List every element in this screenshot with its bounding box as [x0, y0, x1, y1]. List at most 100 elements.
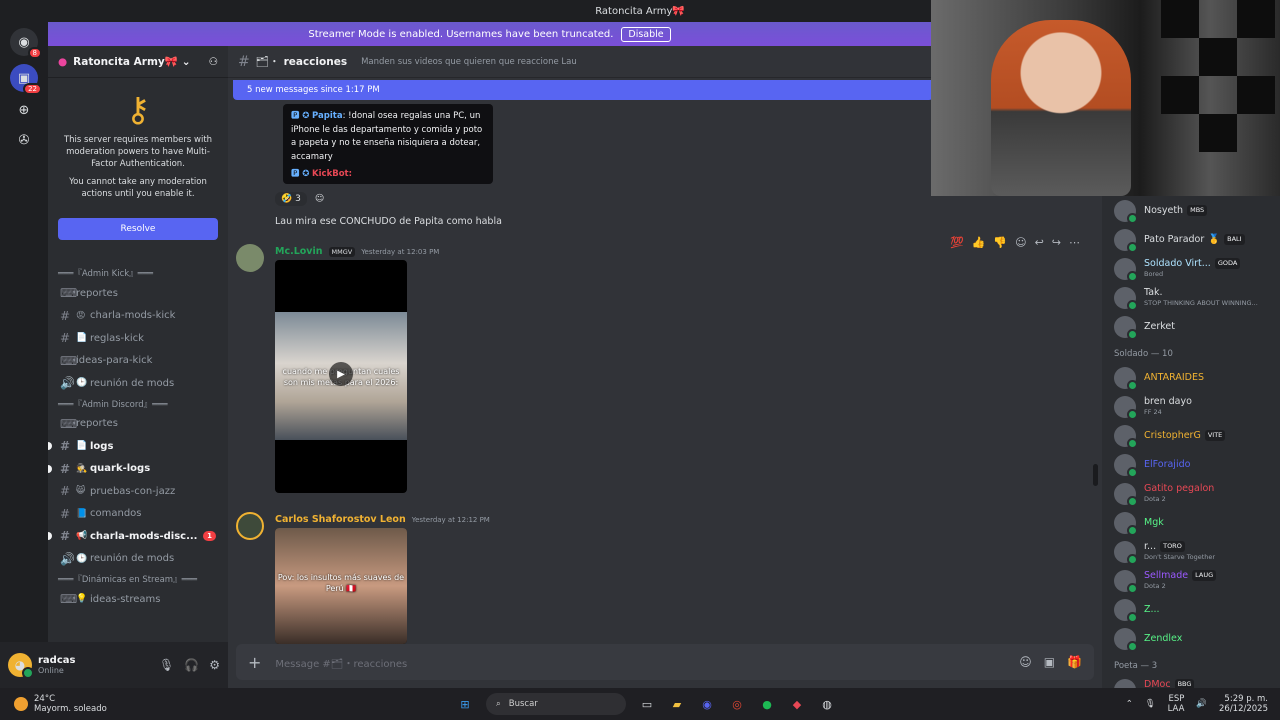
channel-item[interactable]: 🔊 🕒 reunión de mods: [48, 372, 228, 395]
resolve-button[interactable]: Resolve: [58, 218, 218, 240]
message-input[interactable]: Message #🗂・reacciones: [275, 655, 407, 670]
channel-topic[interactable]: Manden sus videos que quieren que reacci…: [361, 57, 577, 67]
clan-tag: BALI: [1224, 234, 1245, 245]
channel-item[interactable]: ⌨ ideas-para-kick: [48, 350, 228, 373]
channel-item[interactable]: ⌨ 💡 ideas-streams: [48, 588, 228, 611]
chevron-up-icon[interactable]: ⌃: [1126, 699, 1133, 709]
spotify-icon[interactable]: ●: [758, 695, 776, 713]
channel-item[interactable]: # 📢 charla-mods-disc... 1: [48, 525, 228, 548]
member-item[interactable]: Pato Parador 🥇 BALI: [1102, 225, 1280, 254]
hundred-icon[interactable]: 💯: [950, 236, 964, 249]
message-composer[interactable]: + Message #🗂・reacciones ☺ ▣ 🎁: [236, 644, 1094, 680]
streamer-mode-banner: Streamer Mode is enabled. Usernames have…: [48, 22, 931, 46]
task-view-icon[interactable]: ▭: [638, 695, 656, 713]
message-actions: 💯 👍 👎 ☺ ↩ ↪ ⋯: [945, 234, 1084, 251]
app-icon[interactable]: ◆: [788, 695, 806, 713]
channel-item[interactable]: # 📄 logs: [48, 435, 228, 458]
disable-button[interactable]: Disable: [621, 26, 671, 42]
channel-emoji: 🕒: [76, 553, 88, 564]
channel-item[interactable]: # 📘 comandos: [48, 503, 228, 526]
member-item[interactable]: ElForajido: [1102, 450, 1280, 479]
avatar[interactable]: ◕: [8, 653, 34, 679]
server-icon[interactable]: ▣ 22: [10, 64, 42, 95]
video-attachment[interactable]: cuando me preguntan cuales son mis metas…: [275, 260, 407, 493]
member-item[interactable]: Gatito pegalon Dota 2: [1102, 479, 1280, 508]
channel-item[interactable]: # 😡 charla-mods-kick: [48, 305, 228, 328]
member-item[interactable]: Tak. STOP THINKING ABOUT WINNING...: [1102, 283, 1280, 312]
avatar[interactable]: [236, 512, 264, 540]
member-item[interactable]: Nosyeth MBS: [1102, 196, 1280, 225]
channel-item[interactable]: ⌨ reportes: [48, 413, 228, 436]
gift-icon[interactable]: 🎁: [1067, 655, 1082, 669]
add-reaction-icon[interactable]: ☺: [315, 194, 324, 204]
reply-icon[interactable]: ↩: [1035, 236, 1044, 249]
channel-category[interactable]: ═══『Admin Discord』═══: [48, 395, 228, 413]
channel-item[interactable]: # 📄 reglas-kick: [48, 327, 228, 350]
gif-icon[interactable]: ▣: [1044, 655, 1055, 669]
channel-list: ═══『Admin Kick』═══ ⌨ reportes # 😡 charla-mods…: [48, 264, 228, 611]
member-item[interactable]: Mgk: [1102, 508, 1280, 537]
member-activity: STOP THINKING ABOUT WINNING...: [1144, 298, 1258, 307]
wall-pattern: [1161, 0, 1199, 38]
obs-icon[interactable]: ◍: [818, 695, 836, 713]
server-icon: ●: [58, 55, 68, 68]
clock[interactable]: 5:29 p. m. 26/12/2025: [1219, 694, 1268, 714]
channel-item[interactable]: # 😸 pruebas-con-jazz: [48, 480, 228, 503]
member-item[interactable]: Soldado Virt... GODA Bored: [1102, 254, 1280, 283]
add-server-icon[interactable]: ⊕: [10, 96, 38, 124]
member-item[interactable]: DMocBBGMinecraft: [1102, 675, 1280, 688]
scrollbar[interactable]: [1093, 464, 1098, 486]
discord-icon[interactable]: ◉: [698, 695, 716, 713]
channel-item[interactable]: 🔊 🕒 reunión de mods: [48, 548, 228, 571]
author-name[interactable]: Carlos Shaforostov Leon: [275, 514, 406, 525]
microphone-icon[interactable]: 🎙: [1145, 699, 1156, 709]
add-attachment-icon[interactable]: +: [248, 653, 261, 672]
volume-icon[interactable]: 🔊: [1196, 699, 1207, 709]
embedded-image[interactable]: 🅿 ✪ Papita: !donal osea regalas una PC, …: [283, 104, 493, 184]
thumbs-down-icon[interactable]: 👎: [993, 236, 1007, 249]
invite-icon[interactable]: ⚇: [209, 56, 218, 68]
windows-start-icon[interactable]: ⊞: [456, 695, 474, 713]
emoji-icon[interactable]: ☺: [1019, 655, 1032, 669]
member-item[interactable]: bren dayo FF 24: [1102, 392, 1280, 421]
settings-gear-icon[interactable]: ⚙: [209, 658, 220, 672]
file-explorer-icon[interactable]: ▰: [668, 695, 686, 713]
language-indicator[interactable]: ESP LAA: [1168, 694, 1185, 714]
more-icon[interactable]: ⋯: [1069, 236, 1080, 249]
weather-widget[interactable]: 24°C Mayorm. soleado: [0, 694, 420, 714]
channel-item[interactable]: # 🕵 quark-logs: [48, 458, 228, 481]
weather-desc: Mayorm. soleado: [34, 704, 107, 714]
member-item[interactable]: CristopherG VITE: [1102, 421, 1280, 450]
member-item[interactable]: Sellmade LAUG Dota 2: [1102, 566, 1280, 595]
author-name[interactable]: Mc.Lovin: [275, 246, 323, 257]
discord-home-icon[interactable]: ◉ 8: [10, 28, 42, 59]
search-box[interactable]: ⌕ Buscar: [486, 693, 626, 715]
member-item[interactable]: r... TORO Don't Starve Together: [1102, 537, 1280, 566]
forward-icon[interactable]: ↪: [1052, 236, 1061, 249]
member-item[interactable]: Z...: [1102, 595, 1280, 624]
discover-icon[interactable]: ✇: [10, 126, 38, 154]
avatar[interactable]: [236, 244, 264, 272]
channel-item[interactable]: ⌨ reportes: [48, 282, 228, 305]
add-reaction-icon[interactable]: ☺: [1015, 236, 1026, 249]
hash-icon: #: [60, 331, 71, 346]
video-attachment[interactable]: Pov: los insultos más suaves de Perú 🇵🇪: [275, 528, 407, 644]
channel-category[interactable]: ═══『Admin Kick』═══: [48, 264, 228, 282]
play-icon[interactable]: ▶: [329, 362, 353, 386]
new-messages-bar[interactable]: 5 new messages since 1:17 PM: [233, 80, 933, 100]
reaction-button[interactable]: 🤣 3: [275, 192, 307, 206]
search-label: Buscar: [508, 699, 538, 709]
channel-category[interactable]: ═══『Dinámicas en Stream』═══: [48, 570, 228, 588]
thumbs-up-icon[interactable]: 👍: [972, 236, 986, 249]
channel-name: reacciones: [283, 55, 348, 68]
headphones-icon[interactable]: 🎧: [184, 658, 199, 672]
member-item[interactable]: Zendlex: [1102, 624, 1280, 653]
system-tray: ⌃ 🎙 ESP LAA 🔊 5:29 p. m. 26/12/2025: [1126, 694, 1280, 714]
member-item[interactable]: ANTARAIDES: [1102, 363, 1280, 392]
microphone-icon[interactable]: 🎙: [159, 658, 174, 672]
member-item[interactable]: Zerket: [1102, 312, 1280, 341]
chrome-icon[interactable]: ◎: [728, 695, 746, 713]
server-header[interactable]: ● Ratoncita Army🎀 ⌄ ⚇: [48, 46, 228, 78]
date: 26/12/2025: [1219, 704, 1268, 714]
user-panel: ◕ radcas Online 🎙 🎧 ⚙: [0, 642, 228, 688]
